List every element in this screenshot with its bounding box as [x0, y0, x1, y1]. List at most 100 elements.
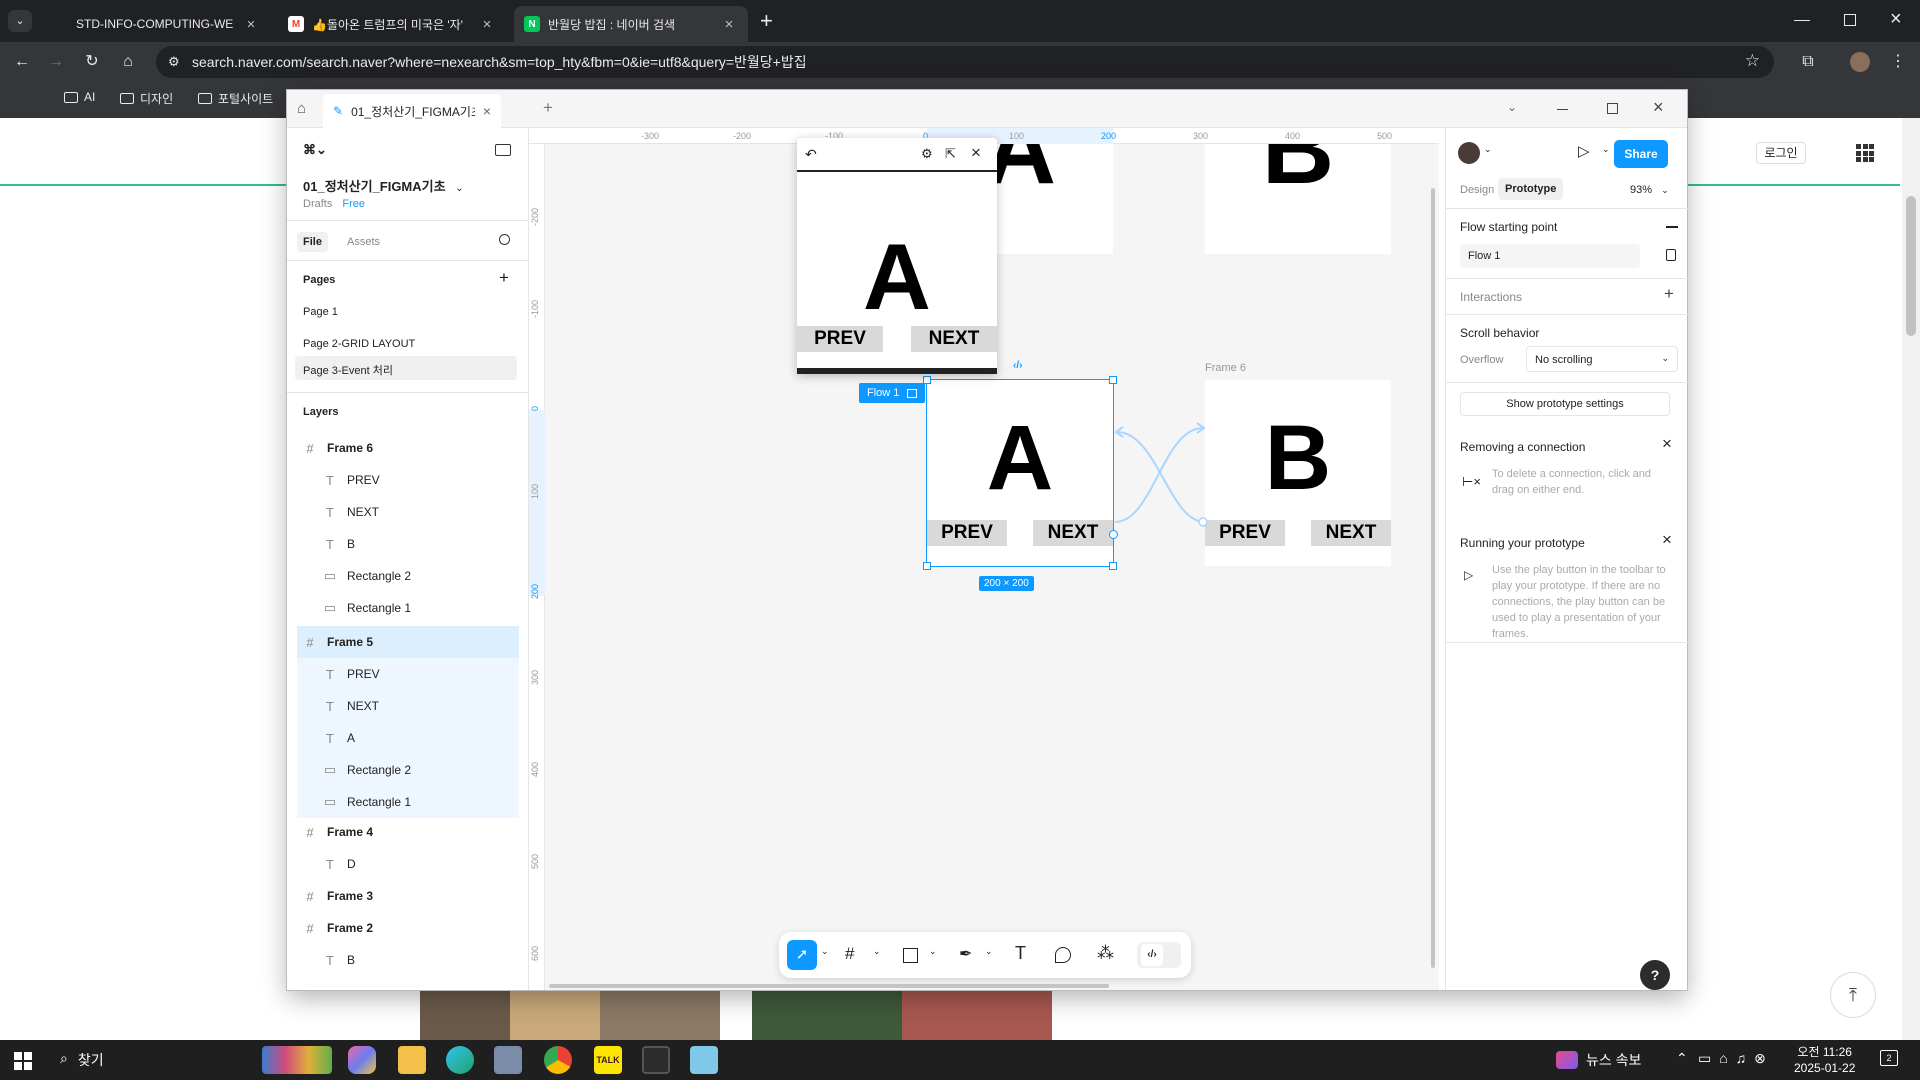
close-icon[interactable]: ×	[1662, 434, 1672, 454]
flow-name-field[interactable]: Flow 1	[1460, 244, 1640, 268]
tab-design[interactable]: Design	[1460, 184, 1494, 196]
result-thumbnails[interactable]	[420, 990, 720, 1040]
layer-frame[interactable]: # Frame 6	[297, 434, 519, 462]
scroll-to-top-button[interactable]: ⤒	[1830, 972, 1876, 1018]
file-explorer-icon[interactable]	[398, 1046, 426, 1074]
open-external-icon[interactable]: ⇱	[945, 146, 956, 162]
notepad-icon[interactable]	[690, 1046, 718, 1074]
network-app-icon[interactable]	[494, 1046, 522, 1074]
address-bar[interactable]: ⚙ search.naver.com/search.naver?where=ne…	[156, 46, 1774, 78]
user-avatar[interactable]	[1458, 142, 1480, 164]
help-button[interactable]: ?	[1640, 960, 1670, 990]
apps-icon[interactable]	[18, 92, 32, 106]
close-tab-icon[interactable]: ×	[720, 16, 738, 33]
figma-maximize-icon[interactable]	[1607, 103, 1618, 114]
canvas-vscrollbar[interactable]	[1431, 188, 1435, 968]
figma-minimize-icon[interactable]	[1557, 109, 1568, 110]
page-item[interactable]: Page 1	[303, 306, 338, 318]
show-prototype-settings-button[interactable]: Show prototype settings	[1460, 392, 1670, 416]
frame-6-label[interactable]: Frame 6	[1205, 362, 1246, 374]
bookmark-star-icon[interactable]: ☆	[1745, 51, 1760, 71]
close-preview-icon[interactable]: ×	[971, 143, 981, 163]
code-icon[interactable]: ‹/›	[1013, 360, 1022, 371]
layer-item[interactable]: ▭ Rectangle 2	[297, 754, 519, 786]
close-icon[interactable]: ×	[1662, 530, 1672, 550]
tab-prototype[interactable]: Prototype	[1498, 178, 1564, 200]
tab-search-button[interactable]: ⌄	[8, 10, 32, 32]
page-scrollbar[interactable]	[1902, 118, 1920, 1040]
layer-item[interactable]: TB	[297, 946, 519, 974]
start-icon[interactable]	[14, 1052, 32, 1070]
canvas-hscrollbar[interactable]	[549, 984, 1109, 988]
layer-item[interactable]: TD	[297, 850, 519, 878]
next-label[interactable]: NEXT	[1033, 520, 1113, 546]
new-tab-icon[interactable]: +	[760, 8, 773, 34]
close-tab-icon[interactable]: ×	[483, 103, 491, 119]
move-tool-icon[interactable]: ➚	[787, 940, 817, 970]
zoom-level[interactable]: 93% ⌄	[1630, 184, 1669, 196]
frame-tool-icon[interactable]: #	[845, 944, 854, 964]
notification-icon[interactable]: 2	[1880, 1050, 1898, 1066]
toggle-sidebar-icon[interactable]	[495, 144, 511, 156]
resize-handle[interactable]	[923, 562, 931, 570]
figma-taskbar-icon[interactable]	[642, 1046, 670, 1074]
collapse-icon[interactable]	[1666, 226, 1678, 228]
restore-icon[interactable]	[1844, 14, 1856, 26]
browser-tab-2[interactable]: M 👍돌아온 트럼프의 미국은 '자' ×	[278, 6, 506, 42]
next-label[interactable]: NEXT	[1311, 520, 1391, 546]
close-tab-icon[interactable]: ×	[242, 16, 260, 33]
add-interaction-icon[interactable]: +	[1664, 284, 1674, 304]
layer-item[interactable]: T PREV	[297, 466, 519, 494]
play-flow-icon[interactable]	[907, 388, 918, 398]
figma-new-tab-icon[interactable]: +	[543, 98, 553, 118]
layer-item[interactable]: T NEXT	[297, 498, 519, 526]
flow-description-icon[interactable]	[1666, 249, 1676, 261]
bookmark-folder-portal[interactable]: 포털사이트	[198, 90, 273, 107]
layer-item[interactable]: TA	[297, 722, 519, 754]
canvas[interactable]: -300 -200 -100 0 100 200 300 400 500 -20…	[529, 128, 1439, 990]
profile-avatar[interactable]	[1850, 52, 1870, 72]
resize-handle[interactable]	[1109, 376, 1117, 384]
connection-handle[interactable]	[1198, 517, 1207, 527]
figma-menu-icon[interactable]: ⌘⌄	[303, 142, 327, 158]
chevron-down-icon[interactable]: ⌄	[929, 946, 937, 957]
chevron-down-icon[interactable]: ⌄	[1484, 144, 1492, 155]
figma-tabs-dropdown-icon[interactable]: ⌄	[1507, 100, 1517, 114]
connection-prev-to-a[interactable]	[1116, 431, 1206, 523]
menu-icon[interactable]: ⋮	[1888, 52, 1908, 72]
present-play-icon[interactable]: ▷	[1578, 142, 1590, 160]
reload-icon[interactable]: ↻	[82, 52, 102, 72]
widget-books-icon[interactable]	[262, 1046, 332, 1074]
search-icon[interactable]	[499, 234, 510, 245]
copilot-icon[interactable]	[348, 1046, 376, 1074]
close-window-icon[interactable]: ×	[1890, 8, 1902, 31]
layer-frame[interactable]: # Frame 3	[297, 882, 519, 910]
preview-next[interactable]: NEXT	[911, 326, 997, 352]
layer-item[interactable]: T NEXT	[297, 690, 519, 722]
figma-home-icon[interactable]: ⌂	[297, 100, 306, 117]
connection-next-to-b[interactable]	[1114, 427, 1204, 523]
home-icon[interactable]: ⌂	[118, 52, 138, 72]
minimize-icon[interactable]	[1794, 20, 1810, 21]
extensions-icon[interactable]: ⧉	[1798, 52, 1818, 72]
page-item[interactable]: Page 2-GRID LAYOUT	[303, 338, 415, 350]
figma-file-tab[interactable]: ✎ 01_정처산기_FIGMA기초 ×	[323, 94, 501, 128]
dev-mode-toggle[interactable]: ‹/›	[1137, 942, 1181, 968]
chrome-icon[interactable]	[544, 1046, 572, 1074]
prev-label[interactable]: PREV	[927, 520, 1007, 546]
news-widget[interactable]: 뉴스 속보	[1556, 1050, 1641, 1070]
taskbar-search[interactable]: ⌕ 찾기	[60, 1050, 104, 1070]
result-thumbnails-2[interactable]	[752, 990, 1052, 1040]
frame-top-b[interactable]: B	[1205, 144, 1391, 254]
layer-item[interactable]: ▭ Rectangle 1	[297, 594, 519, 622]
layer-frame[interactable]: # Frame 5	[297, 626, 519, 658]
text-tool-icon[interactable]: T	[1015, 943, 1026, 964]
close-tab-icon[interactable]: ×	[478, 16, 496, 33]
share-button[interactable]: Share	[1614, 140, 1668, 168]
chevron-down-icon[interactable]: ⌄	[821, 946, 829, 957]
add-page-icon[interactable]: +	[499, 268, 509, 288]
layer-frame[interactable]: # Frame 2	[297, 914, 519, 942]
scrollbar-thumb[interactable]	[1906, 196, 1916, 336]
file-name[interactable]: 01_정처산기_FIGMA기초 ⌄	[303, 176, 464, 195]
resize-handle[interactable]	[1109, 562, 1117, 570]
